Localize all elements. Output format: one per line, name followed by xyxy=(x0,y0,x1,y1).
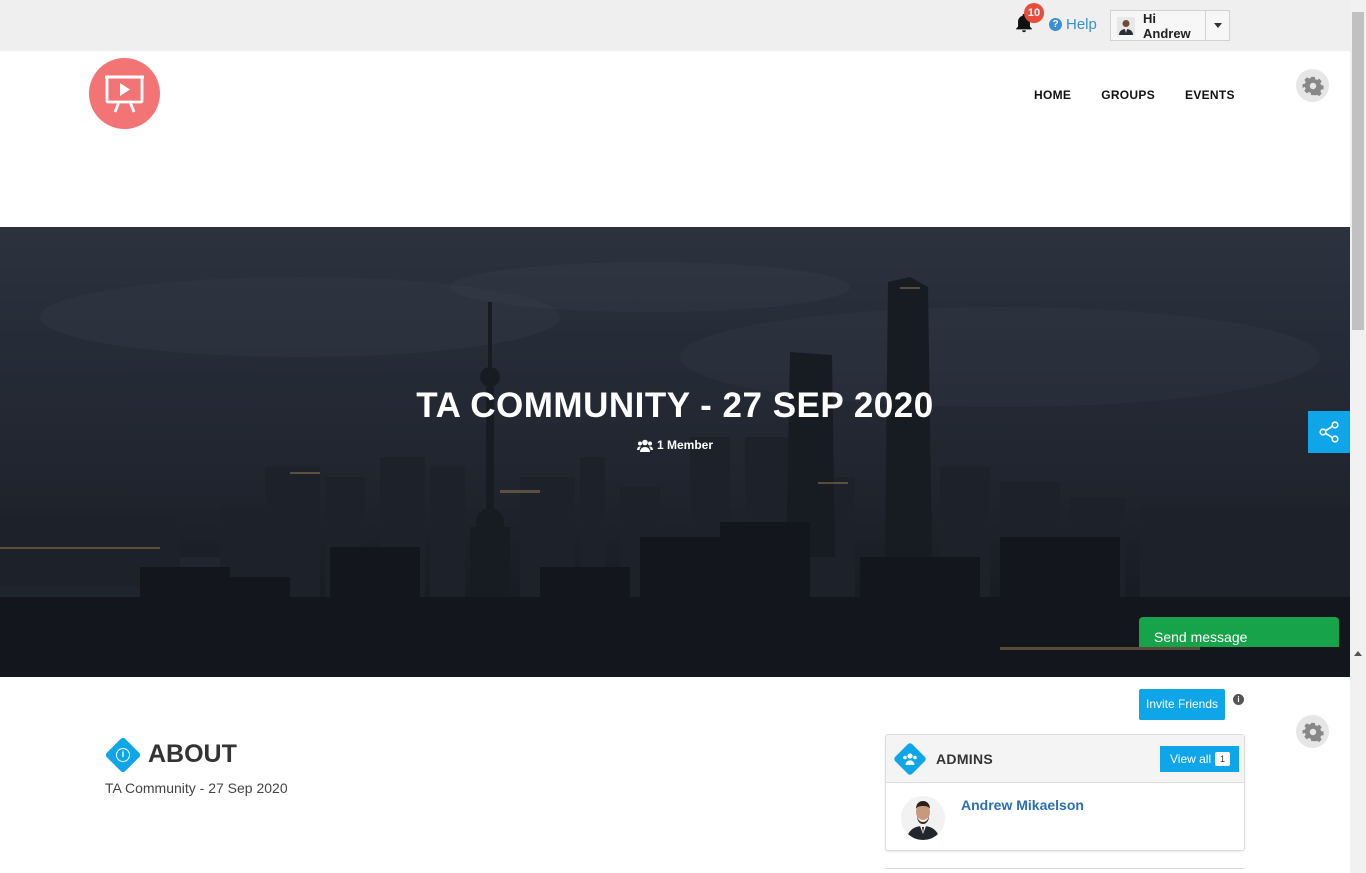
presentation-icon xyxy=(105,75,144,113)
user-greeting: Hi Andrew xyxy=(1143,10,1191,41)
city-skyline-image xyxy=(0,227,1350,677)
user-avatar xyxy=(1117,16,1135,35)
help-icon: ? xyxy=(1049,17,1062,31)
page-scrollbar[interactable] xyxy=(1350,0,1366,873)
admins-card-header: ADMINS View all 1 xyxy=(886,735,1244,783)
users-icon xyxy=(903,753,917,765)
view-all-admins-button[interactable]: View all 1 xyxy=(1160,746,1239,772)
share-icon xyxy=(1319,421,1339,443)
nav-events[interactable]: EVENTS xyxy=(1185,88,1235,102)
admin-list-item: Andrew Mikaelson xyxy=(886,783,1244,851)
gear-icon xyxy=(1302,76,1324,96)
main-nav: HOME GROUPS EVENTS xyxy=(1034,88,1235,102)
members-label: 1 Member xyxy=(656,438,714,452)
users-icon xyxy=(636,439,653,452)
help-label: Help xyxy=(1066,15,1097,33)
send-message-button[interactable]: Send message xyxy=(1139,617,1339,647)
scrollbar-thumb[interactable] xyxy=(1352,12,1364,330)
members-count[interactable]: 1 Member xyxy=(0,438,1350,452)
share-button[interactable] xyxy=(1308,411,1350,453)
caret-down-icon xyxy=(1213,23,1222,28)
user-menu-toggle[interactable] xyxy=(1205,11,1229,40)
content-settings-button[interactable] xyxy=(1296,715,1329,748)
admin-avatar[interactable] xyxy=(901,796,945,840)
group-title: TA COMMUNITY - 27 SEP 2020 xyxy=(416,386,934,425)
gear-icon xyxy=(1302,722,1324,742)
admins-heading: ADMINS xyxy=(936,751,994,767)
top-utility-bar: 10 ? Help Hi Andrew xyxy=(0,0,1350,51)
user-menu[interactable]: Hi Andrew xyxy=(1110,10,1230,41)
nav-groups[interactable]: GROUPS xyxy=(1101,88,1155,102)
info-icon[interactable]: i xyxy=(1233,694,1244,705)
nav-home[interactable]: HOME xyxy=(1034,88,1071,102)
admin-name-link[interactable]: Andrew Mikaelson xyxy=(961,797,1084,813)
header-settings-button[interactable] xyxy=(1296,69,1329,102)
help-link[interactable]: ? Help xyxy=(1049,15,1097,33)
next-card-edge xyxy=(885,868,1245,873)
info-icon: i xyxy=(116,748,130,762)
group-cover: TA COMMUNITY - 27 SEP 2020 1 Member Send… xyxy=(0,227,1350,677)
view-all-label: View all xyxy=(1170,752,1212,766)
admins-card: ADMINS View all 1 Andrew Mikaelson xyxy=(885,734,1245,851)
site-logo[interactable] xyxy=(89,58,160,129)
invite-friends-button[interactable]: Invite Friends xyxy=(1139,689,1225,720)
admins-count-badge: 1 xyxy=(1215,752,1230,766)
scroll-arrow-up-icon[interactable] xyxy=(1354,651,1362,656)
about-heading: ABOUT xyxy=(148,740,237,768)
about-description: TA Community - 27 Sep 2020 xyxy=(105,780,288,796)
notification-badge[interactable]: 10 xyxy=(1024,3,1044,23)
